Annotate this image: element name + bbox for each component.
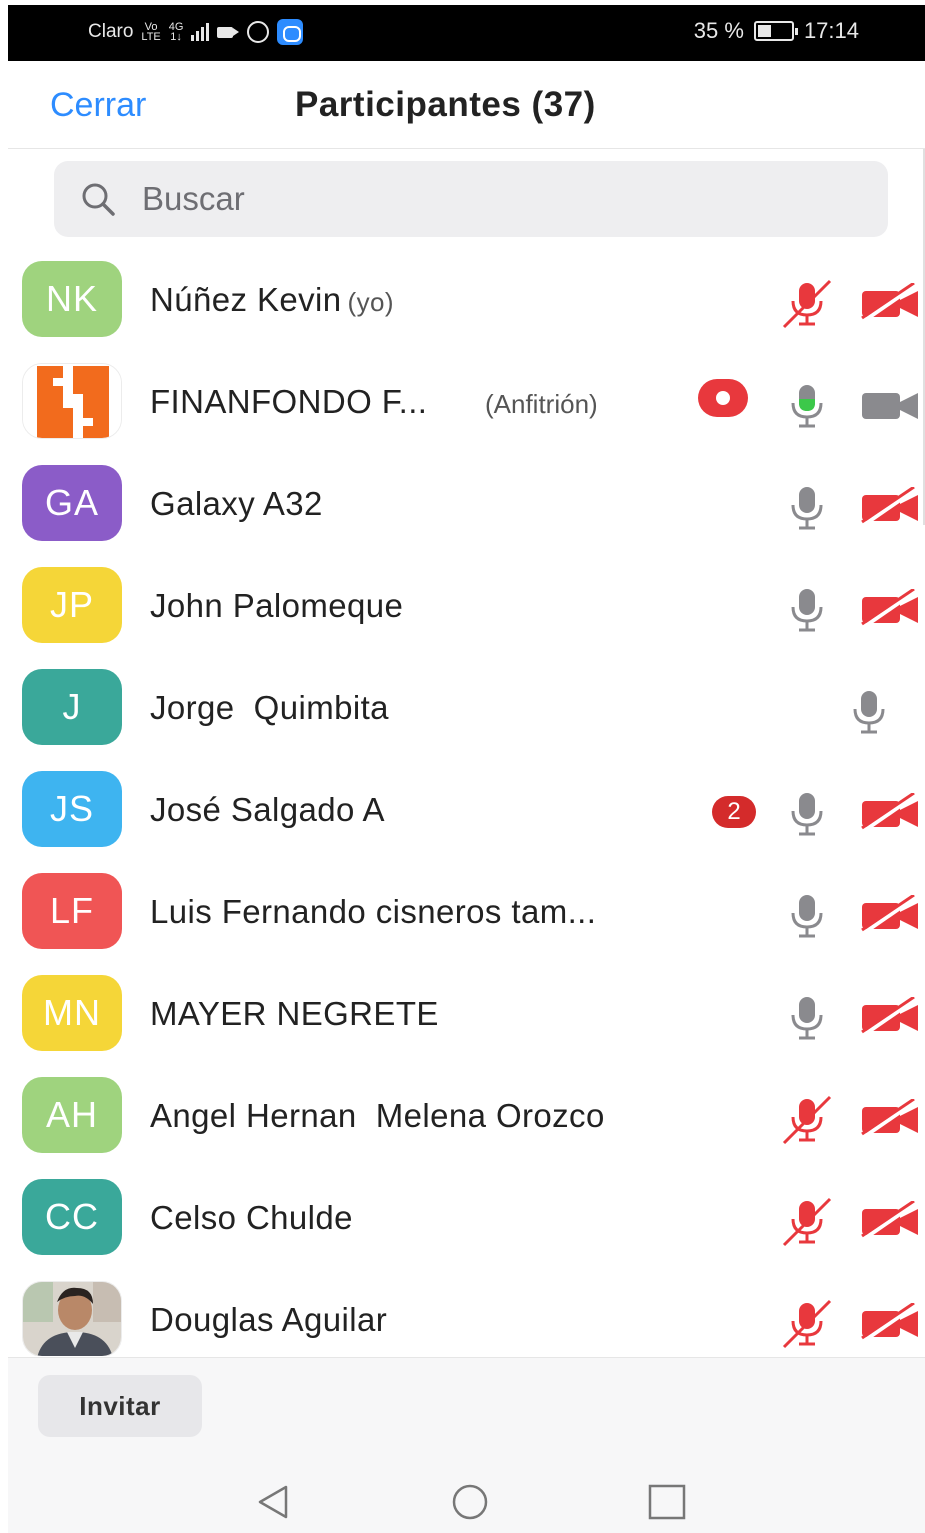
video-off-icon[interactable] xyxy=(860,997,920,1037)
avatar: JS xyxy=(22,771,122,847)
search-icon xyxy=(82,183,115,216)
lte-label: LTE xyxy=(141,31,161,43)
battery-percent: 35 % xyxy=(693,18,744,43)
status-right: 35 % 17:14 xyxy=(694,18,859,44)
participant-name: Angel Hernan Melena Orozco xyxy=(150,1097,605,1134)
participant-row[interactable]: JS José Salgado A 2 xyxy=(0,759,925,861)
participant-tag: (yo) xyxy=(347,287,394,317)
mic-muted-icon[interactable] xyxy=(782,1197,832,1247)
finanfondo-logo-icon xyxy=(23,364,121,438)
participant-name-wrap: FINANFONDO F... xyxy=(150,383,427,421)
participant-row[interactable]: J Jorge Quimbita xyxy=(0,657,925,759)
mic-talking-icon[interactable] xyxy=(782,381,832,431)
status-bar: Claro Vo LTE 4G 1↓ 35 % 17:14 xyxy=(8,5,925,61)
video-off-icon[interactable] xyxy=(860,793,920,833)
participant-row[interactable]: MN MAYER NEGRETE xyxy=(0,963,925,1065)
mic-icon[interactable] xyxy=(844,687,894,737)
participant-name-wrap: John Palomeque xyxy=(150,587,403,625)
video-off-icon[interactable] xyxy=(860,589,920,629)
participant-name-wrap: José Salgado A xyxy=(150,791,385,829)
invite-button[interactable]: Invitar xyxy=(38,1375,202,1437)
avatar: LF xyxy=(22,873,122,949)
participant-row[interactable]: JP John Palomeque xyxy=(0,555,925,657)
participant-name: José Salgado A xyxy=(150,791,385,828)
mic-icon[interactable] xyxy=(782,789,832,839)
participant-name-wrap: Angel Hernan Melena Orozco xyxy=(150,1097,605,1135)
avatar: GA xyxy=(22,465,122,541)
close-button[interactable]: Cerrar xyxy=(50,86,146,125)
recent-apps-icon[interactable] xyxy=(648,1484,686,1520)
participants-footer: Invitar xyxy=(8,1357,925,1533)
mic-muted-icon[interactable] xyxy=(782,1299,832,1349)
search-bar[interactable] xyxy=(54,161,888,237)
participant-tag: (Anfitrión) xyxy=(485,389,598,419)
chat-count-badge: 2 xyxy=(712,796,756,828)
participant-name: Galaxy A32 xyxy=(150,485,323,522)
participant-list[interactable]: NK Núñez Kevin (yo) FINANFONDO F... (Anf… xyxy=(0,249,925,1356)
recording-icon xyxy=(698,379,748,417)
mic-muted-icon[interactable] xyxy=(782,1095,832,1145)
mic-icon[interactable] xyxy=(782,993,832,1043)
mic-icon[interactable] xyxy=(782,585,832,635)
mic-icon[interactable] xyxy=(782,891,832,941)
avatar: J xyxy=(22,669,122,745)
video-off-icon[interactable] xyxy=(860,1201,920,1241)
participant-row[interactable]: FINANFONDO F... (Anfitrión) xyxy=(0,351,925,453)
avatar: AH xyxy=(22,1077,122,1153)
zoom-app-icon xyxy=(277,19,304,45)
network-indicator: 4G 1↓ xyxy=(169,22,184,43)
avatar: MN xyxy=(22,975,122,1051)
participant-name-wrap: Núñez Kevin (yo) xyxy=(150,281,394,319)
participant-row[interactable]: Douglas Aguilar xyxy=(0,1269,925,1356)
battery-icon xyxy=(753,21,798,41)
video-off-icon[interactable] xyxy=(860,895,920,935)
participant-name-wrap: Douglas Aguilar xyxy=(150,1301,387,1339)
whatsapp-icon xyxy=(247,21,270,43)
avatar: CC xyxy=(22,1179,122,1255)
back-icon[interactable] xyxy=(254,1482,294,1522)
participant-row[interactable]: NK Núñez Kevin (yo) xyxy=(0,249,925,351)
avatar: JP xyxy=(22,567,122,643)
volte-indicator: Vo LTE xyxy=(141,22,161,43)
participant-name: FINANFONDO F... xyxy=(150,383,428,420)
participant-name-wrap: Galaxy A32 xyxy=(150,485,323,523)
avatar xyxy=(22,1281,122,1356)
video-off-icon[interactable] xyxy=(860,283,920,323)
participant-name: Núñez Kevin xyxy=(150,281,342,318)
participants-header: Cerrar Participantes (37) xyxy=(8,61,925,149)
avatar: NK xyxy=(22,261,122,337)
video-on-icon[interactable] xyxy=(860,385,920,425)
participant-name-wrap: MAYER NEGRETE xyxy=(150,995,439,1033)
participant-name: Douglas Aguilar xyxy=(150,1301,388,1338)
participant-name: John Palomeque xyxy=(150,587,404,624)
carrier-label: Claro xyxy=(88,21,134,42)
participant-name-wrap: Jorge Quimbita xyxy=(150,689,389,727)
mic-muted-icon[interactable] xyxy=(782,279,832,329)
participant-row[interactable]: AH Angel Hernan Melena Orozco xyxy=(0,1065,925,1167)
signal-icon xyxy=(191,23,210,41)
home-icon[interactable] xyxy=(450,1482,490,1522)
clock: 17:14 xyxy=(803,18,859,43)
participant-name: Luis Fernando cisneros tam... xyxy=(150,893,597,930)
profile-photo-icon xyxy=(23,1282,121,1356)
participant-row[interactable]: CC Celso Chulde xyxy=(0,1167,925,1269)
video-off-icon[interactable] xyxy=(860,1099,920,1139)
video-off-icon[interactable] xyxy=(860,487,920,527)
page-title: Participantes (37) xyxy=(295,85,596,124)
participant-name: Celso Chulde xyxy=(150,1199,353,1236)
participant-row[interactable]: LF Luis Fernando cisneros tam... xyxy=(0,861,925,963)
search-input[interactable] xyxy=(142,175,862,223)
network-sub-label: 1↓ xyxy=(170,31,182,43)
system-nav-bar xyxy=(8,1476,925,1528)
avatar xyxy=(22,363,122,439)
participant-name-wrap: Celso Chulde xyxy=(150,1199,353,1237)
participant-name: MAYER NEGRETE xyxy=(150,995,439,1032)
participant-name: Jorge Quimbita xyxy=(150,689,389,726)
status-left: Claro Vo LTE 4G 1↓ xyxy=(88,19,304,45)
mic-icon[interactable] xyxy=(782,483,832,533)
video-camera-icon xyxy=(217,26,240,38)
participant-name-wrap: Luis Fernando cisneros tam... xyxy=(150,893,596,931)
participant-row[interactable]: GA Galaxy A32 xyxy=(0,453,925,555)
video-off-icon[interactable] xyxy=(860,1303,920,1343)
